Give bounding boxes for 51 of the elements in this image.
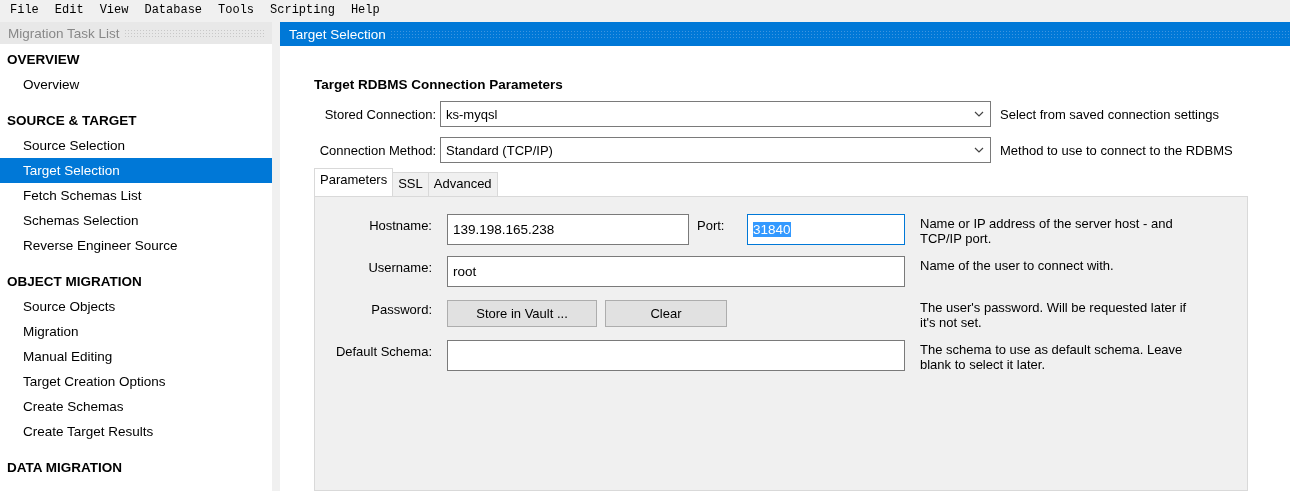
help-text: The schema to use as default schema. Leave blank to select it later. <box>919 341 1184 372</box>
input-field[interactable]: root <box>447 256 905 287</box>
input-field[interactable] <box>447 340 905 371</box>
task-item[interactable]: Manual Editing <box>0 344 272 369</box>
help-text: Select from saved connection settings <box>999 106 1219 122</box>
chevron-down-icon <box>974 147 984 153</box>
task-item[interactable]: Reverse Engineer Source <box>0 233 272 258</box>
task-item[interactable]: Schemas Selection <box>0 208 272 233</box>
field-label: Port: <box>697 217 726 233</box>
help-text: The user's password. Will be requested later if it's not set. <box>919 299 1188 330</box>
task-item[interactable]: Source Objects <box>0 294 272 319</box>
clear-button[interactable]: Clear <box>605 300 727 327</box>
task-item[interactable]: Target Creation Options <box>0 369 272 394</box>
section-heading: DATA MIGRATION <box>6 458 123 477</box>
task-item[interactable]: Target Selection <box>0 158 272 183</box>
menu-item[interactable]: Help <box>344 2 386 17</box>
section-heading: OBJECT MIGRATION <box>6 272 143 291</box>
help-text: Name of the user to connect with. <box>919 257 1115 273</box>
menu-item[interactable]: Edit <box>48 2 90 17</box>
task-item[interactable]: Fetch Schemas List <box>0 183 272 208</box>
section-heading: SOURCE & TARGET <box>6 111 138 130</box>
dropdown[interactable]: Standard (TCP/IP) <box>440 137 991 163</box>
menu-item[interactable]: Database <box>138 2 209 17</box>
help-text: Name or IP address of the server host - and TCP/IP port. <box>919 215 1174 246</box>
tab[interactable]: SSL <box>392 172 429 196</box>
chevron-down-icon <box>974 111 984 117</box>
page-title: Target Selection <box>289 26 386 42</box>
task-item[interactable]: Create Schemas <box>0 394 272 419</box>
field-label: Connection Method: <box>318 142 437 158</box>
panel-title: Migration Task List <box>8 25 120 41</box>
section-heading: OVERVIEW <box>6 50 81 69</box>
task-item[interactable]: Migration <box>0 319 272 344</box>
store-button[interactable]: Store in Vault ... <box>447 300 597 327</box>
field-label: Default Schema: <box>334 343 432 359</box>
dropdown[interactable]: ks-myqsl <box>440 101 991 127</box>
tab[interactable]: Advanced <box>427 172 498 196</box>
field-label: Stored Connection: <box>323 106 437 122</box>
task-item[interactable]: Source Selection <box>0 133 272 158</box>
task-item[interactable]: Overview <box>0 72 272 97</box>
help-text: Method to use to connect to the RDBMS <box>999 142 1233 158</box>
menu-item[interactable]: File <box>4 2 45 17</box>
menu-item[interactable]: Scripting <box>264 2 341 17</box>
field-label: Password: <box>370 301 432 317</box>
field-label: Username: <box>367 259 432 275</box>
field-label: Hostname: <box>368 217 432 233</box>
hostname-field[interactable]: 139.198.165.238 <box>447 214 689 245</box>
menu-item[interactable]: View <box>93 2 135 17</box>
section-heading: Target RDBMS Connection Parameters <box>314 77 564 92</box>
menu-item[interactable]: Tools <box>212 2 261 17</box>
tab[interactable]: Parameters <box>314 168 394 196</box>
task-item[interactable]: Create Target Results <box>0 419 272 444</box>
